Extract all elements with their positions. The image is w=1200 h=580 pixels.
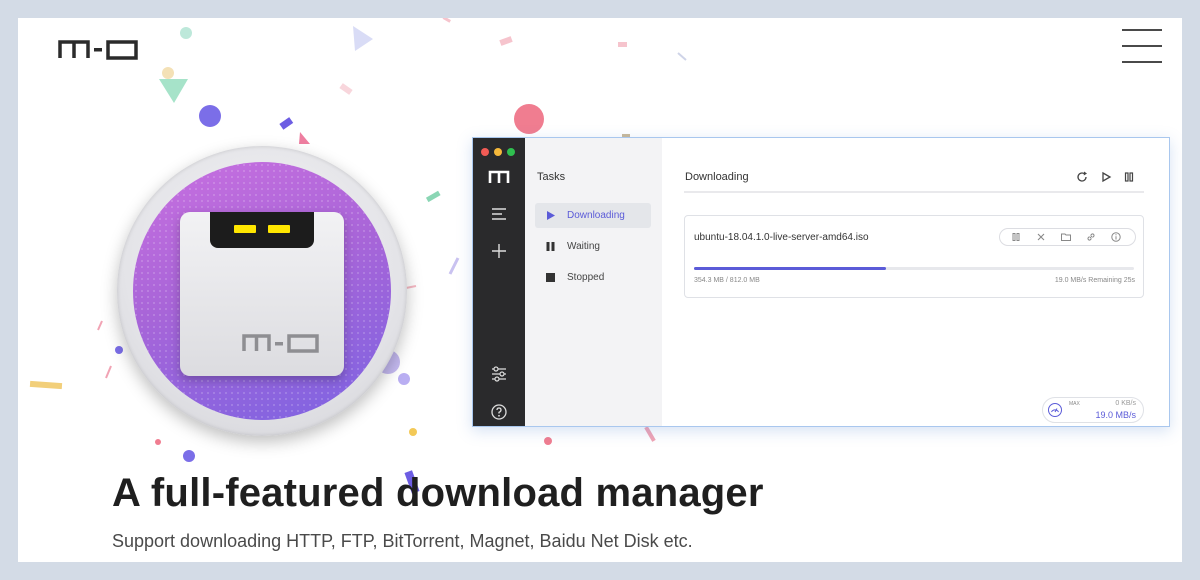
download-task-card[interactable]: ubuntu-18.04.1.0-live-server-amd64.iso 3… [684, 215, 1144, 298]
open-folder-icon[interactable] [1060, 231, 1072, 243]
task-filter-label: Stopped [567, 272, 605, 283]
upload-speed: 0 KB/s [1115, 400, 1136, 407]
header-divider [684, 191, 1144, 193]
right-eye-icon [268, 225, 290, 233]
speed-meter[interactable]: MAX 0 KB/s 19.0 MB/s [1042, 397, 1144, 423]
download-speed: 19.0 MB/s [1095, 410, 1136, 420]
task-main-area: Downloading ubuntu-18.04.1.0-live-server… [662, 138, 1169, 426]
task-list-icon[interactable] [487, 202, 511, 226]
app-window: Tasks Downloading Waiting Stopped Downlo… [472, 137, 1170, 427]
task-info-icon[interactable] [1110, 231, 1122, 243]
stop-icon [546, 273, 555, 282]
preferences-icon[interactable] [487, 362, 511, 386]
task-actions [999, 228, 1136, 246]
maximize-window-button[interactable] [507, 148, 515, 156]
play-icon [547, 211, 555, 220]
pause-task-icon[interactable] [1010, 231, 1022, 243]
robot-box [180, 212, 344, 376]
app-logo-icon [488, 170, 510, 183]
task-filter-stopped[interactable]: Stopped [535, 265, 651, 290]
left-eye-icon [234, 225, 256, 233]
minimize-window-button[interactable] [494, 148, 502, 156]
pause-all-icon[interactable] [1122, 170, 1136, 184]
tasks-panel: Tasks Downloading Waiting Stopped [525, 138, 662, 426]
download-progress-fill [694, 267, 886, 270]
box-logo [242, 334, 319, 353]
task-filename: ubuntu-18.04.1.0-live-server-amd64.iso [694, 232, 869, 243]
resume-all-icon[interactable] [1099, 170, 1113, 184]
task-filter-label: Waiting [567, 241, 600, 252]
download-progress-bar [694, 267, 1134, 270]
hero-headline: A full-featured download manager [112, 471, 764, 515]
pause-icon [546, 242, 555, 251]
copy-link-icon[interactable] [1085, 231, 1097, 243]
help-icon[interactable] [487, 400, 511, 424]
add-task-icon[interactable] [487, 239, 511, 263]
speedometer-icon [1048, 403, 1062, 417]
task-filter-label: Downloading [567, 210, 625, 221]
task-filter-waiting[interactable]: Waiting [535, 234, 651, 259]
hero-subline: Support downloading HTTP, FTP, BitTorren… [112, 531, 693, 551]
robot-eyes [210, 212, 314, 248]
close-window-button[interactable] [481, 148, 489, 156]
task-size: 354.3 MB / 812.0 MB [694, 277, 760, 284]
task-filter-downloading[interactable]: Downloading [535, 203, 651, 228]
delete-task-icon[interactable] [1035, 231, 1047, 243]
refresh-icon[interactable] [1075, 170, 1089, 184]
app-dark-sidebar [473, 138, 525, 426]
section-title: Downloading [685, 171, 749, 183]
speed-max-label: MAX [1069, 401, 1080, 407]
tasks-title: Tasks [537, 171, 566, 183]
landing-page: Tasks Downloading Waiting Stopped Downlo… [18, 18, 1182, 562]
task-speed-remaining: 19.0 MB/s Remaining 25s [1054, 277, 1135, 284]
app-icon [117, 146, 407, 436]
